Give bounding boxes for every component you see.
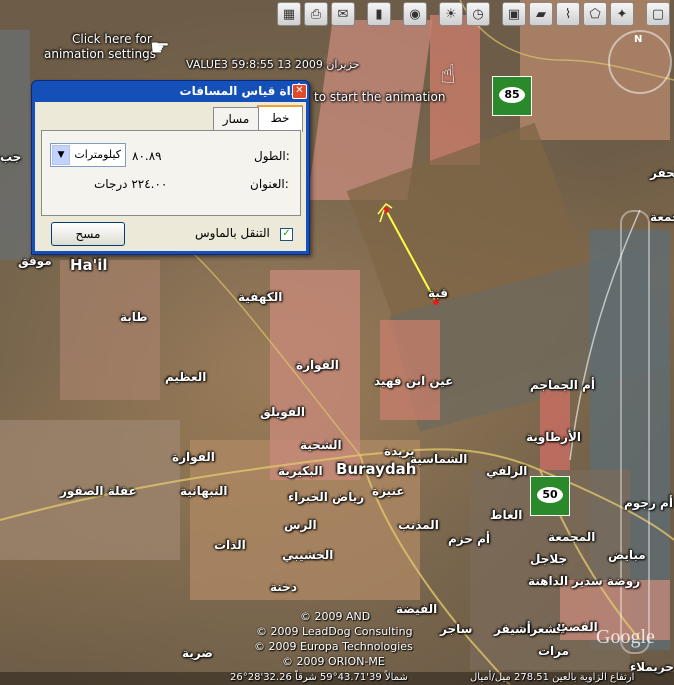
- pointing-hand-icon: ☛: [150, 36, 170, 61]
- eye-altitude-readout: ارتفاع الزاوية بالعين 278.51 ميل/أميال: [470, 672, 635, 683]
- record-tour-icon[interactable]: ▣: [502, 2, 526, 26]
- place-label: دخنة: [270, 580, 297, 594]
- toolbar: ▦ ⎙ ✉ ▮ ◉ ☀ ◷ ▣ ▰ ⌇ ⬠ ✦ ▢: [273, 0, 674, 30]
- route-shield-50: 50: [530, 476, 570, 516]
- unit-select[interactable]: كيلومترات ▼: [50, 143, 126, 167]
- place-label: طابة: [120, 310, 148, 324]
- place-label: أم الجماجم: [530, 378, 595, 392]
- place-label: الفيضة: [396, 602, 438, 616]
- place-label: الغاط: [490, 508, 523, 522]
- place-label: الحفر: [650, 166, 674, 180]
- place-label: المجمعة: [548, 530, 596, 544]
- print-button-icon[interactable]: ⎙: [304, 2, 328, 26]
- place-label: ضرية: [182, 646, 213, 660]
- place-label: جب: [0, 150, 22, 164]
- animation-hint-line3[interactable]: to start the animation: [314, 90, 445, 104]
- status-bar: 26°28'32.26 شمالاً 39'43.71°59 شرقاً ارت…: [0, 672, 674, 685]
- tab-line[interactable]: خط: [257, 105, 303, 132]
- coordinates-readout: 26°28'32.26 شمالاً 39'43.71°59 شرقاً: [230, 672, 408, 683]
- measure-panel: الطول: ٨٠.٨٩ كيلومترات ▼ العنوان: ٢٢٤.٠٠…: [41, 130, 301, 216]
- place-label: الخشيبي: [282, 548, 334, 562]
- place-label: روضة سدير: [572, 574, 641, 588]
- place-label: البكيرية: [278, 464, 323, 478]
- heading-value: ٢٢٤.٠٠ درجات: [94, 177, 168, 191]
- place-label: الشماسية: [410, 452, 468, 466]
- polygon-icon[interactable]: ⬠: [583, 2, 607, 26]
- place-label: الزلفي: [486, 464, 528, 478]
- ruler-icon[interactable]: ▮: [367, 2, 391, 26]
- place-label: الرس: [284, 518, 317, 532]
- ruler-dialog: أداة قياس المسافات ✕ خط مسار الطول: ٨٠.٨…: [31, 80, 310, 255]
- place-label: الكهفية: [238, 290, 283, 304]
- close-icon[interactable]: ✕: [292, 84, 307, 99]
- animation-hint-line1[interactable]: Click here for: [72, 32, 152, 46]
- path-icon[interactable]: ⌇: [556, 2, 580, 26]
- copyright-line: © 2009 AND: [300, 610, 371, 623]
- sidebar-toggle-icon[interactable]: ▢: [646, 2, 670, 26]
- place-label: الفويلق: [260, 405, 305, 419]
- place-label: عين ابن فهيد: [374, 374, 454, 388]
- place-label: جلاجل: [530, 552, 568, 566]
- place-label: Buraydah: [336, 460, 417, 478]
- place-label: الأرطاوية: [526, 430, 582, 444]
- heading-label: العنوان:: [250, 177, 289, 191]
- length-label: الطول:: [254, 149, 290, 163]
- place-label: الجمعة: [650, 210, 674, 224]
- place-label: قبة: [428, 286, 449, 300]
- animation-hint-line2[interactable]: animation settings: [44, 47, 156, 61]
- copyright-line: © 2009 LeadDog Consulting: [256, 625, 413, 638]
- chevron-down-icon[interactable]: ▼: [52, 145, 70, 165]
- place-label: أم حزم: [448, 532, 490, 546]
- place-label: مرات: [538, 644, 570, 658]
- mouse-navigation-checkbox[interactable]: ✓: [280, 228, 293, 241]
- place-label: ساجر: [440, 622, 473, 636]
- planet-icon[interactable]: ◉: [403, 2, 427, 26]
- copyright-line: © 2009 ORION-ME: [282, 655, 385, 668]
- place-label: رياض الخبراء: [288, 490, 365, 504]
- copyright-line: © 2009 Europa Technologies: [254, 640, 413, 653]
- place-label: العظيم: [165, 370, 207, 384]
- place-label: أم رجوم: [624, 496, 673, 510]
- place-label: عقلة الصقور: [60, 484, 137, 498]
- google-logo: Google: [596, 626, 655, 648]
- place-label: أشيقر: [494, 622, 531, 636]
- sun-icon[interactable]: ☀: [439, 2, 463, 26]
- place-label: موقق: [18, 254, 52, 268]
- dialog-title: أداة قياس المسافات: [179, 84, 301, 98]
- length-value: ٨٠.٨٩: [132, 149, 162, 163]
- email-icon[interactable]: ✉: [331, 2, 355, 26]
- image-overlay-icon[interactable]: ▰: [529, 2, 553, 26]
- placemark-icon[interactable]: ✦: [610, 2, 634, 26]
- print-icon[interactable]: ▦: [277, 2, 301, 26]
- place-label: الداهنة: [528, 574, 569, 588]
- route-shield-85: 85: [492, 76, 532, 116]
- unit-select-value: كيلومترات: [74, 148, 121, 161]
- place-label: الفوارة: [172, 450, 215, 464]
- place-label: النبهانية: [180, 484, 228, 498]
- tab-path[interactable]: مسار: [213, 107, 259, 130]
- historical-imagery-icon[interactable]: ◷: [466, 2, 490, 26]
- place-label: المذنب: [398, 518, 439, 532]
- place-label: الذات: [214, 538, 246, 552]
- clear-button[interactable]: مسح: [51, 222, 125, 246]
- pointer-hand-icon: ☝: [440, 60, 456, 90]
- place-label: عنيزة: [372, 484, 405, 498]
- place-label: الشحية: [300, 438, 342, 452]
- mouse-navigation-label: التنقل بالماوس: [195, 226, 270, 240]
- place-label: القوارة: [296, 358, 339, 372]
- place-label: مبايض: [608, 548, 646, 562]
- place-label: القصب: [556, 620, 598, 634]
- compass-icon[interactable]: N: [608, 30, 672, 94]
- place-label: Ha'il: [70, 256, 108, 274]
- timestamp-label: VALUE3 59:8:55 13 حزيران 2009: [186, 58, 360, 71]
